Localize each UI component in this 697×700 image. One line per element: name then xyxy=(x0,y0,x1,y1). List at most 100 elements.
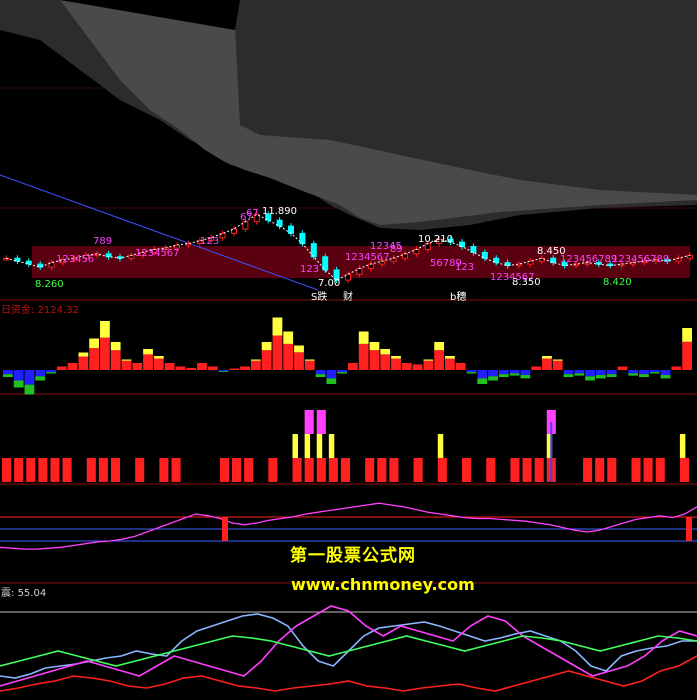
candle-body xyxy=(367,263,374,269)
osc-marker xyxy=(222,517,228,541)
flow-bar-peak xyxy=(78,352,89,357)
signal-bar-yellow xyxy=(437,434,444,458)
signal-bar xyxy=(631,458,641,482)
signal-label-1: S跌 xyxy=(311,292,328,303)
signal-bar xyxy=(377,458,387,482)
tag-label: 1234567 xyxy=(135,248,180,259)
flow-bar-trough xyxy=(660,375,671,379)
flow-bar-neg xyxy=(595,370,606,376)
flow-bar-peak xyxy=(391,356,401,359)
flow-bar-peak xyxy=(283,331,294,344)
flow-bar-pos xyxy=(110,350,121,370)
flow-bar-neg xyxy=(13,370,24,381)
flow-bar-peak xyxy=(682,328,692,342)
flow-bar-trough xyxy=(563,374,574,377)
signal-bar xyxy=(365,458,375,482)
stock-chart[interactable]: 8.260 11.890 10.210 8.450 8.350 8.420 7.00 1234… xyxy=(0,0,697,700)
tag-label: 123 xyxy=(200,236,219,247)
candle-body xyxy=(459,241,465,248)
osc-marker xyxy=(686,517,692,541)
flow-bar-peak xyxy=(552,359,563,361)
flow-bar-peak xyxy=(542,356,552,359)
flow-bar-pos xyxy=(272,335,283,370)
flow-bar-trough xyxy=(466,372,477,374)
flow-bar-neg xyxy=(498,370,509,375)
signal-bar xyxy=(595,458,605,482)
indicator-line-4 xyxy=(0,655,697,692)
indicator-value: 55.04 xyxy=(17,588,47,599)
signal-bar xyxy=(98,458,108,482)
tag-label: 123456789 xyxy=(612,254,669,265)
signal-bar xyxy=(244,458,254,482)
flow-bar-trough xyxy=(315,374,326,377)
flow-bar-trough xyxy=(46,372,56,374)
price-label: 8.420 xyxy=(603,277,632,288)
flow-bar-pos xyxy=(229,368,240,370)
signal-bar xyxy=(268,458,278,482)
tag-label: 56789 xyxy=(430,258,462,269)
watermark-url[interactable]: www.chnmoney.com xyxy=(291,575,475,594)
signal-bar xyxy=(2,458,12,482)
flow-bar-neg xyxy=(606,370,617,375)
flow-bar-trough xyxy=(3,374,13,377)
flow-bar-trough xyxy=(35,376,46,381)
flow-bar-neg xyxy=(660,370,671,376)
flow-bar-peak xyxy=(272,317,283,336)
flow-bar-pos xyxy=(671,366,682,370)
flow-bar-peak xyxy=(143,349,153,355)
flow-bar-pos xyxy=(445,358,455,370)
flow-bar-trough xyxy=(509,373,520,376)
signal-bar xyxy=(159,458,169,482)
flow-bar-pos xyxy=(186,367,197,370)
tag-label: 12345 xyxy=(370,241,402,252)
signal-bar xyxy=(510,458,520,482)
flow-bar-pos xyxy=(207,366,218,370)
flow-bar-neg xyxy=(46,370,56,373)
money-flow-bars xyxy=(3,317,692,395)
candle-body xyxy=(413,248,420,255)
signal-bar xyxy=(328,458,338,482)
money-flow-name: 日资金 xyxy=(1,305,31,316)
flow-bar-pos xyxy=(542,358,552,370)
flow-bar-pos xyxy=(391,358,401,370)
signal-bar-blue xyxy=(550,422,553,482)
flow-bar-pos xyxy=(121,360,132,370)
flow-bar-trough xyxy=(13,380,24,388)
flow-bar-pos xyxy=(78,356,89,370)
flow-bar-peak xyxy=(445,356,455,359)
signal-bar xyxy=(486,458,496,482)
flow-bar-pos xyxy=(617,366,628,370)
flow-bar-neg xyxy=(563,370,574,375)
flow-bar-trough xyxy=(488,376,498,381)
flow-bar-pos xyxy=(197,363,207,370)
signal-bar xyxy=(304,458,314,482)
signal-bar xyxy=(679,458,689,482)
flow-bar-pos xyxy=(89,348,100,370)
flow-bar-trough xyxy=(520,375,531,379)
signal-bar-yellow xyxy=(328,434,335,458)
flow-bar-pos xyxy=(250,360,261,370)
signal-bar xyxy=(462,458,472,482)
signal-bar-magenta xyxy=(316,410,326,434)
flow-bar-trough xyxy=(326,378,337,384)
tag-label: 123 xyxy=(300,264,319,275)
flow-bar-neg xyxy=(574,370,585,374)
flow-bar-trough xyxy=(218,371,229,373)
flow-bar-pos xyxy=(412,364,423,370)
candle-body xyxy=(288,225,294,234)
signal-bar xyxy=(26,458,36,482)
flow-bar-neg xyxy=(337,370,347,373)
signal-bar xyxy=(413,458,423,482)
flow-bar-peak xyxy=(261,342,272,351)
flow-bar-peak xyxy=(423,359,434,361)
signal-bar-yellow xyxy=(292,434,298,458)
flow-bar-pos xyxy=(423,360,434,370)
signal-bar-yellow xyxy=(304,434,311,458)
flow-bar-neg xyxy=(628,370,639,374)
flow-bar-peak xyxy=(304,359,315,361)
flow-bar-neg xyxy=(639,370,649,375)
signal-bar xyxy=(110,458,121,482)
money-flow-value: 2124.32 xyxy=(37,305,79,316)
flow-bar-trough xyxy=(477,378,488,384)
indicator-lines xyxy=(0,605,697,692)
